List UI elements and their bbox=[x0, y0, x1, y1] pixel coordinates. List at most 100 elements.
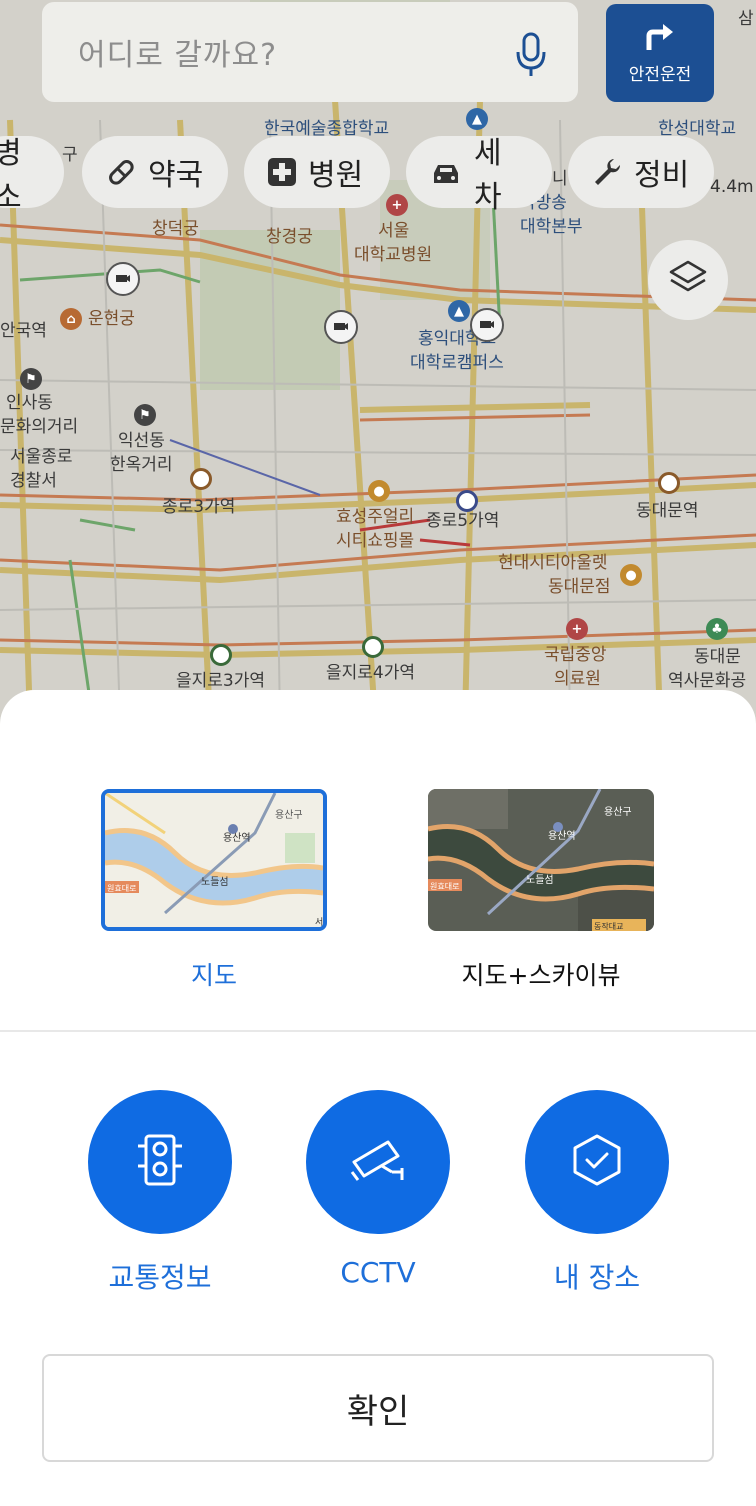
sheet-divider bbox=[0, 1030, 756, 1032]
map-label: 창덕궁 bbox=[152, 219, 199, 239]
safe-drive-button[interactable]: 안전운전 bbox=[606, 4, 714, 102]
confirm-button[interactable]: 확인 bbox=[42, 1354, 714, 1462]
map-label: 운현궁 bbox=[88, 309, 135, 329]
park-marker-icon[interactable]: ♣ bbox=[706, 618, 728, 640]
chip-label: 약국 bbox=[148, 158, 204, 193]
wrench-icon bbox=[592, 157, 622, 187]
map-type-normal-label[interactable]: 지도 bbox=[64, 956, 364, 992]
map-type-skyview-thumbnail[interactable]: 용산구 용산역 노들섬 원효대로 동작대교 bbox=[428, 789, 654, 931]
map-label: 대학로캠퍼스 bbox=[410, 353, 504, 373]
map-label: 용산구 bbox=[275, 809, 303, 821]
school-marker-icon[interactable]: ▲ bbox=[448, 300, 470, 322]
skyview-map-preview-image: 용산구 용산역 노들섬 원효대로 동작대교 bbox=[428, 789, 654, 931]
map-label: 동대문 bbox=[694, 647, 741, 667]
pill-icon bbox=[106, 157, 136, 187]
subway-station-icon[interactable] bbox=[362, 636, 384, 658]
map-label: 삼 bbox=[738, 9, 754, 29]
map-label: 을지로4가역 bbox=[326, 663, 416, 683]
map-label: 의료원 bbox=[554, 669, 601, 689]
chip-label: 병소 bbox=[0, 136, 22, 215]
subway-station-icon[interactable] bbox=[210, 644, 232, 666]
map-label: 4.4m bbox=[710, 177, 754, 197]
cctv-toggle[interactable] bbox=[306, 1090, 450, 1234]
map-label: 효성주얼리 bbox=[336, 507, 415, 527]
map-label: 현대시티아울렛 bbox=[498, 553, 608, 573]
map-type-skyview-label[interactable]: 지도+스카이뷰 bbox=[391, 956, 691, 992]
flag-marker-icon[interactable]: ⚑ bbox=[134, 404, 156, 426]
map-label: 니 bbox=[552, 169, 568, 189]
chip-hospital[interactable]: 병원 bbox=[244, 136, 390, 208]
subway-station-icon[interactable] bbox=[190, 468, 212, 490]
map-label: 역사문화공 bbox=[668, 671, 747, 691]
map-label: 문화의거리 bbox=[0, 417, 79, 437]
map-label: 안국역 bbox=[0, 321, 47, 341]
microphone-icon[interactable] bbox=[514, 32, 548, 82]
map-type-normal-thumbnail[interactable]: 용산구 용산역 노들섬 원효대로 서 bbox=[101, 789, 327, 931]
my-place-toggle[interactable] bbox=[525, 1090, 669, 1234]
car-wash-icon bbox=[430, 157, 462, 187]
map-label: 익선동 bbox=[118, 431, 165, 451]
safe-drive-label: 안전운전 bbox=[628, 64, 692, 85]
map-layers-button[interactable] bbox=[648, 240, 728, 320]
turn-right-icon bbox=[643, 22, 677, 56]
chip-label: 세차 bbox=[474, 136, 502, 215]
subway-station-icon[interactable] bbox=[456, 490, 478, 512]
school-marker-icon[interactable]: ▲ bbox=[466, 108, 488, 130]
search-input[interactable]: 어디로 갈까요? bbox=[78, 30, 277, 74]
hospital-cross-icon bbox=[268, 158, 296, 186]
map-label: 노들섬 bbox=[201, 876, 229, 888]
map-label: 경찰서 bbox=[10, 471, 57, 491]
map-label: 을지로3가역 bbox=[176, 671, 266, 691]
subway-station-icon[interactable] bbox=[658, 472, 680, 494]
map-view[interactable]: 한국예술종합학교 한성대학교 삼 구 창덕궁 창경궁 서울 대학교병원 니 국방… bbox=[0, 0, 756, 720]
cctv-label: CCTV bbox=[340, 1256, 416, 1289]
chip-car-wash[interactable]: 세차 bbox=[406, 136, 552, 215]
chip-label: 정비 bbox=[634, 158, 690, 193]
flag-marker-icon[interactable]: ⚑ bbox=[20, 368, 42, 390]
normal-map-preview-image: 용산구 용산역 노들섬 원효대로 서 bbox=[105, 793, 323, 927]
chip-repair[interactable]: 정비 bbox=[568, 136, 714, 208]
hospital-marker-icon[interactable]: + bbox=[386, 194, 408, 216]
traffic-info-toggle[interactable] bbox=[88, 1090, 232, 1234]
my-place-icon bbox=[569, 1132, 625, 1192]
cctv-marker-icon[interactable] bbox=[470, 308, 504, 342]
cctv-icon bbox=[348, 1132, 408, 1192]
map-label: 대학본부 bbox=[520, 217, 583, 237]
map-label: 원효대로 bbox=[430, 882, 459, 891]
traffic-light-icon bbox=[134, 1132, 186, 1192]
map-roads bbox=[0, 0, 756, 720]
chip-pharmacy[interactable]: 약국 bbox=[82, 136, 228, 208]
map-label: 서울 bbox=[378, 221, 410, 241]
map-label: 국립중앙 bbox=[544, 645, 607, 665]
map-label: 시티쇼핑몰 bbox=[336, 531, 415, 551]
map-label: 한옥거리 bbox=[110, 455, 173, 475]
shop-marker-icon[interactable]: ● bbox=[620, 564, 642, 586]
map-label: 원효대로 bbox=[107, 884, 136, 893]
chip-label: 병원 bbox=[308, 158, 364, 193]
map-label: 인사동 bbox=[6, 393, 53, 413]
cctv-marker-icon[interactable] bbox=[106, 262, 140, 296]
layers-icon bbox=[668, 258, 708, 302]
map-label: 용산역 bbox=[223, 832, 251, 844]
map-settings-sheet: 용산구 용산역 노들섬 원효대로 서 지도 용산구 용산역 노들섬 원효대로 동… bbox=[0, 690, 756, 1506]
map-label: 노들섬 bbox=[526, 874, 554, 886]
map-label: 동대문점 bbox=[548, 577, 611, 597]
map-label: 종로3가역 bbox=[162, 497, 236, 517]
map-label: 서 bbox=[315, 917, 323, 927]
map-label: 대학교병원 bbox=[354, 245, 433, 265]
map-label: 구 bbox=[62, 145, 78, 165]
map-label: 종로5가역 bbox=[426, 511, 500, 531]
palace-marker-icon[interactable]: ⌂ bbox=[60, 308, 82, 330]
map-label: 동대문역 bbox=[636, 501, 699, 521]
search-bar[interactable]: 어디로 갈까요? bbox=[42, 2, 578, 102]
my-place-label: 내 장소 bbox=[553, 1261, 641, 1294]
map-label: 용산구 bbox=[604, 806, 632, 818]
hospital-marker-icon[interactable]: + bbox=[566, 618, 588, 640]
map-label: 동작대교 bbox=[594, 921, 623, 931]
cctv-marker-icon[interactable] bbox=[324, 310, 358, 344]
traffic-info-label: 교통정보 bbox=[108, 1261, 212, 1294]
shop-marker-icon[interactable]: ● bbox=[368, 480, 390, 502]
map-label: 용산역 bbox=[548, 830, 576, 842]
map-label: 창경궁 bbox=[266, 227, 313, 247]
map-label: 서울종로 bbox=[10, 447, 73, 467]
